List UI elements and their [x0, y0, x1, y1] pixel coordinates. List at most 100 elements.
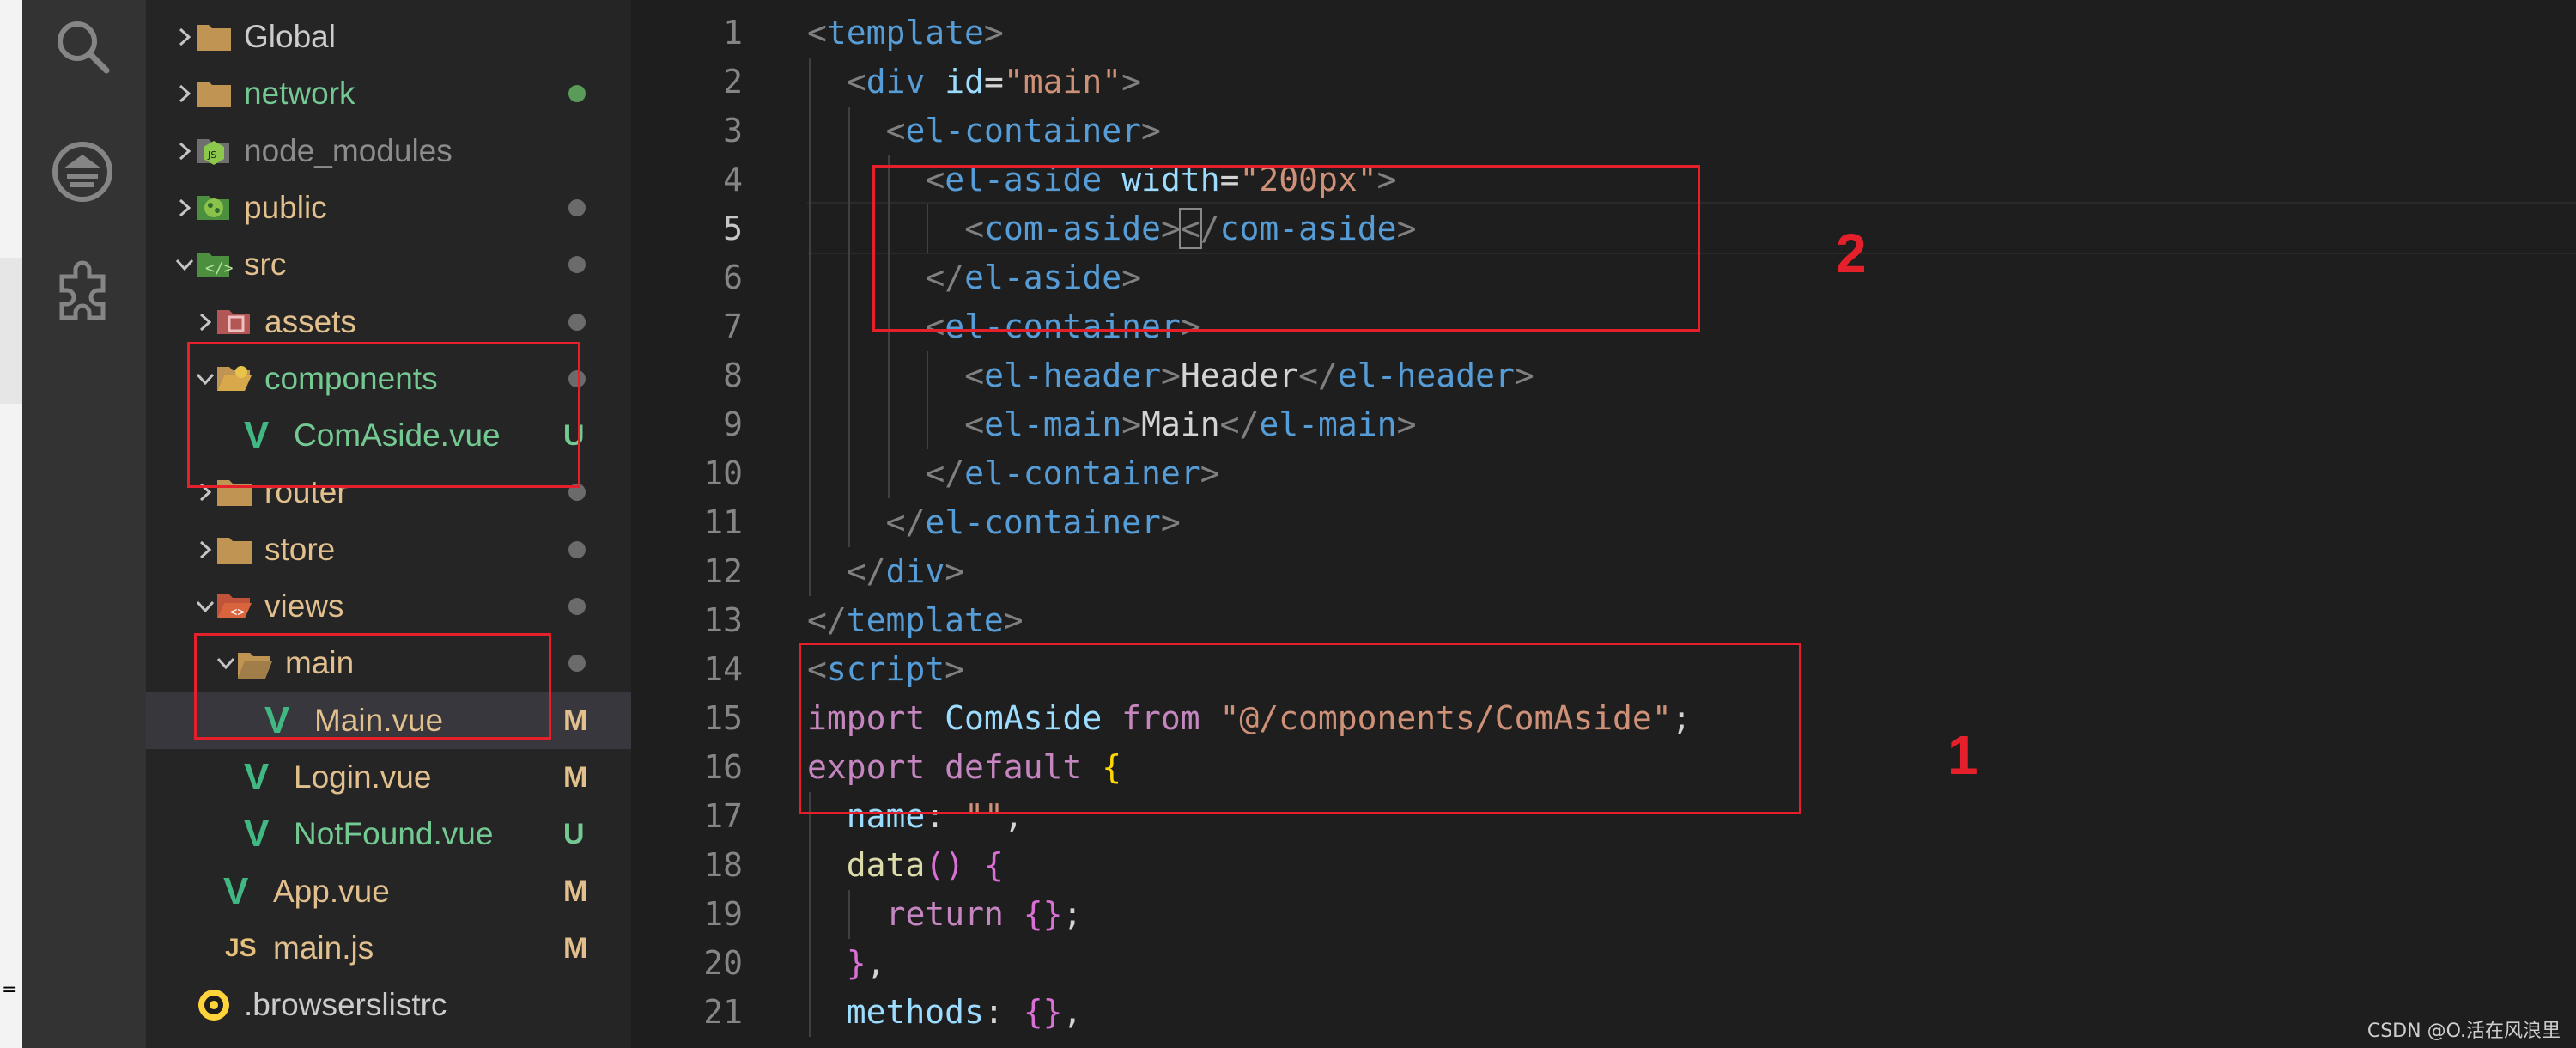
tree-item-app-vue[interactable]: V App.vue M — [146, 863, 631, 920]
left-window-edge: = — [0, 0, 22, 1048]
code-token: el-container — [925, 503, 1161, 541]
tree-item-label: .browserslistrc — [244, 987, 447, 1023]
folder-folder-icon — [215, 529, 254, 570]
line-number: 7 — [723, 308, 743, 345]
indent-guide — [809, 498, 811, 547]
code-line[interactable]: </template> — [807, 596, 1024, 645]
code-line[interactable]: return {}; — [886, 890, 1083, 939]
code-editor[interactable]: 1 <template> 2 <div id="main"> 3 <el-containe… — [631, 0, 2576, 1048]
indent-guide — [809, 107, 811, 155]
code-token: el-container — [964, 454, 1200, 492]
code-token: > — [1121, 405, 1142, 443]
vue-file-icon: V — [223, 869, 249, 912]
code-token: < — [807, 14, 827, 52]
assets-folder-icon — [215, 302, 254, 343]
tree-item-main-js[interactable]: JS main.js M — [146, 920, 631, 977]
git-status-dot — [568, 85, 586, 103]
indent-guide — [848, 107, 850, 155]
code-line[interactable]: </el-container> — [925, 449, 1219, 498]
code-token: </ — [807, 601, 847, 639]
indent-guide — [809, 204, 811, 253]
views-folder-icon: <> — [215, 586, 254, 627]
edge-mark: = — [2, 979, 18, 1001]
tree-item-label: NotFound.vue — [294, 816, 494, 852]
code-token: el-container — [905, 112, 1142, 149]
code-token: template — [846, 601, 1004, 639]
tree-item-notfound-vue[interactable]: V NotFound.vue U — [146, 806, 631, 862]
line-number: 10 — [703, 454, 743, 492]
code-token: </ — [885, 503, 926, 541]
code-token: > — [983, 14, 1004, 52]
tree-item-src[interactable]: </> src — [146, 236, 631, 293]
code-line[interactable]: <div id="main"> — [847, 58, 1141, 107]
tree-item-label: src — [244, 247, 287, 283]
tree-item-store[interactable]: store — [146, 521, 631, 578]
code-token: > — [945, 552, 965, 590]
tree-item-label: Global — [244, 19, 336, 54]
folder-folder-icon — [194, 16, 234, 58]
annotation-box-1 — [799, 643, 1801, 814]
line-number: 19 — [703, 895, 743, 933]
code-token: el-header — [984, 356, 1161, 394]
code-token: div — [885, 552, 945, 590]
indent-guide — [848, 155, 850, 204]
indent-guide — [927, 351, 929, 400]
code-line[interactable]: </div> — [847, 547, 964, 596]
indent-guide — [927, 400, 929, 449]
code-token: {} — [1023, 993, 1063, 1031]
code-token: template — [826, 14, 984, 52]
code-token: "main" — [1003, 63, 1122, 101]
code-token: > — [1003, 601, 1024, 639]
line-number: 5 — [723, 210, 743, 247]
indent-guide — [848, 302, 850, 351]
indent-guide — [887, 449, 890, 498]
extension-badge-icon[interactable] — [48, 137, 117, 206]
code-line[interactable]: data() { — [847, 841, 1004, 890]
tree-item-public[interactable]: public — [146, 180, 631, 236]
tree-item-login-vue[interactable]: V Login.vue M — [146, 749, 631, 806]
code-line[interactable]: <el-main>Main</el-main> — [964, 400, 1416, 449]
code-line[interactable]: <el-container> — [886, 107, 1161, 155]
code-token: return — [885, 895, 1004, 933]
tree-item-node-modules[interactable]: JS node_modules — [146, 123, 631, 180]
code-token: </ — [1219, 405, 1260, 443]
indent-guide — [848, 498, 850, 547]
activity-bar — [22, 0, 146, 1048]
indent-guide — [848, 204, 850, 253]
tree-item-label: node_modules — [244, 132, 453, 168]
extensions-icon[interactable] — [48, 258, 117, 326]
indent-guide — [809, 939, 811, 988]
indent-guide — [809, 890, 811, 939]
git-status-badge: M — [563, 760, 588, 794]
git-status-dot — [568, 313, 586, 331]
svg-text:JS: JS — [207, 149, 216, 161]
line-number: 2 — [723, 63, 743, 101]
indent-guide — [809, 351, 811, 400]
code-token: < — [964, 405, 985, 443]
line-number: 12 — [703, 552, 743, 590]
code-token: el-main — [984, 405, 1122, 443]
git-status-dot — [568, 198, 586, 216]
tree-item-label: main.js — [273, 929, 374, 966]
code-token: id — [945, 63, 984, 101]
tree-item-global[interactable]: Global — [146, 9, 631, 65]
js-file-icon: JS — [225, 933, 257, 962]
code-token: > — [1141, 112, 1161, 149]
code-token: > — [1200, 454, 1220, 492]
search-icon[interactable] — [48, 12, 117, 81]
watermark: CSDN @O.活在风浪里 — [2366, 1021, 2561, 1042]
tree-item-views[interactable]: <> views — [146, 578, 631, 635]
line-number: 11 — [703, 503, 743, 541]
code-line[interactable]: }, — [847, 939, 886, 988]
tree-item-label: App.vue — [273, 873, 390, 909]
code-line[interactable]: <el-header>Header</el-header> — [964, 351, 1534, 400]
code-line[interactable]: <template> — [807, 9, 1004, 58]
browsers-folder-icon — [194, 984, 234, 1026]
tree-item-browserslistrc[interactable]: .browserslistrc — [146, 977, 631, 1033]
code-line[interactable]: </el-container> — [886, 498, 1181, 547]
tree-item-network[interactable]: network — [146, 65, 631, 122]
line-number: 14 — [703, 650, 743, 688]
code-line[interactable]: methods: {}, — [847, 988, 1083, 1037]
